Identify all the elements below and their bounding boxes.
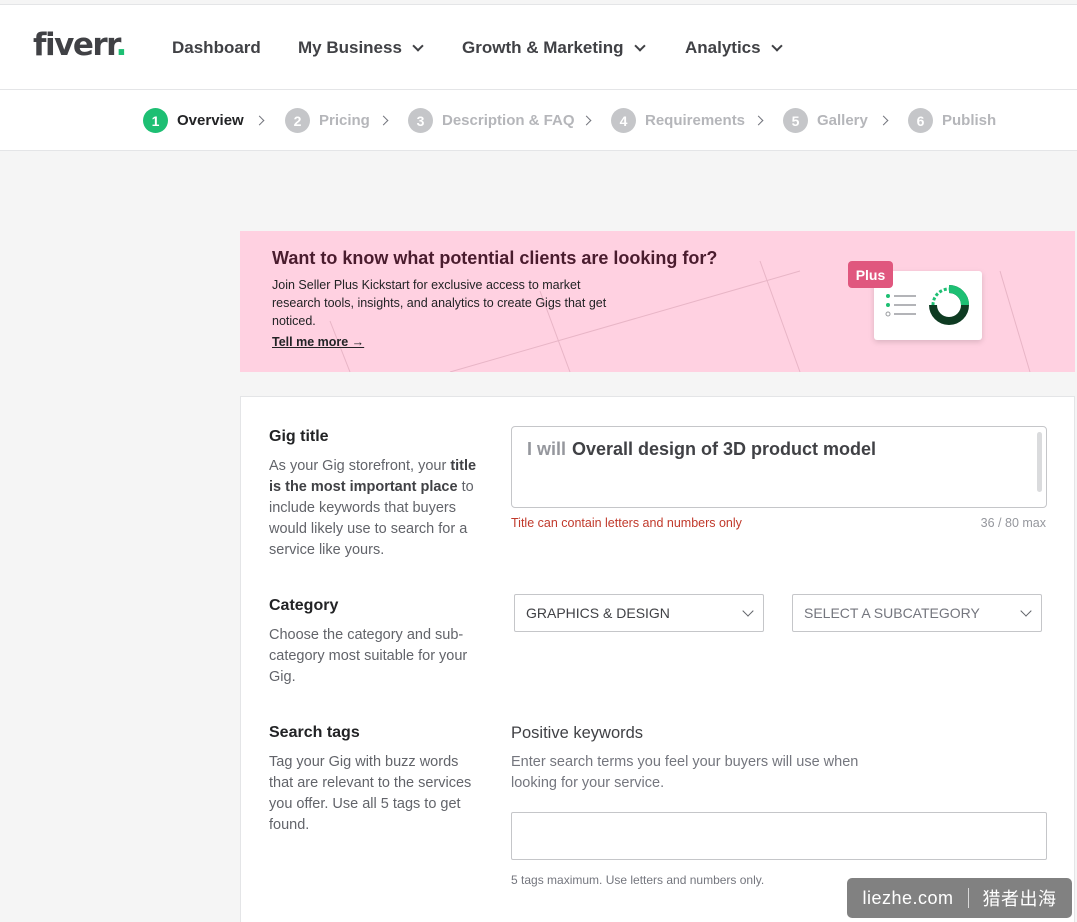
desc-text: As your Gig storefront, your	[269, 458, 451, 474]
title-char-counter: 36 / 80 max	[980, 516, 1046, 530]
nav-label: My Business	[298, 38, 402, 57]
step-number: 4	[611, 108, 636, 133]
nav-growth-marketing[interactable]: Growth & Marketing	[462, 38, 646, 58]
step-label: Overview	[177, 112, 244, 129]
chevron-right-icon	[254, 115, 265, 126]
watermark: liezhe.com 猎者出海	[847, 878, 1072, 918]
banner-body: Join Seller Plus Kickstart for exclusive…	[272, 278, 607, 328]
title-value: Overall design of 3D product model	[572, 439, 877, 459]
banner-title: Want to know what potential clients are …	[272, 248, 718, 268]
chevron-down-icon	[633, 39, 646, 52]
fiverr-logo[interactable]: fiverr.	[33, 27, 128, 63]
select-placeholder: SELECT A SUBCATEGORY	[804, 605, 980, 621]
search-tags-description: Tag your Gig with buzz words that are re…	[269, 754, 472, 833]
logo-dot: .	[115, 27, 128, 63]
tags-hint: 5 tags maximum. Use letters and numbers …	[511, 873, 765, 887]
gig-title-description: As your Gig storefront, your title is th…	[269, 456, 484, 561]
step-label: Publish	[942, 112, 997, 129]
chevron-right-icon	[878, 115, 889, 126]
tell-me-more-link[interactable]: Tell me more →	[272, 335, 364, 349]
gig-title-label: Gig title	[269, 428, 329, 445]
nav-my-business[interactable]: My Business	[298, 38, 424, 58]
category-label: Category	[269, 597, 339, 614]
step-number: 1	[143, 108, 168, 133]
step-overview[interactable]: 1 Overview	[143, 108, 244, 133]
step-label: Pricing	[319, 112, 370, 129]
plus-badge: Plus	[848, 261, 893, 288]
step-pricing[interactable]: 2 Pricing	[285, 108, 370, 133]
chevron-right-icon	[581, 115, 592, 126]
step-number: 3	[408, 108, 433, 133]
seller-plus-banner: Want to know what potential clients are …	[240, 231, 1075, 372]
step-number: 6	[908, 108, 933, 133]
nav-analytics[interactable]: Analytics	[685, 38, 783, 58]
gig-title-input[interactable]: I will Overall design of 3D product mode…	[511, 426, 1047, 508]
step-label: Gallery	[817, 112, 868, 129]
watermark-text: 猎者出海	[982, 889, 1057, 909]
chevron-right-icon	[378, 115, 389, 126]
chevron-down-icon	[770, 39, 783, 52]
title-error-message: Title can contain letters and numbers on…	[511, 516, 742, 530]
search-tags-label: Search tags	[269, 724, 360, 741]
nav-label: Growth & Marketing	[462, 38, 624, 57]
step-description-faq[interactable]: 3 Description & FAQ	[408, 108, 575, 133]
textarea-scrollbar[interactable]	[1037, 432, 1042, 492]
step-requirements[interactable]: 4 Requirements	[611, 108, 745, 133]
chevron-down-icon	[412, 39, 424, 52]
watermark-divider	[967, 888, 969, 908]
chevron-right-icon	[753, 115, 764, 126]
select-value: GRAPHICS & DESIGN	[526, 605, 670, 621]
step-gallery[interactable]: 5 Gallery	[783, 108, 868, 133]
category-description: Choose the category and sub-category mos…	[269, 627, 468, 685]
subcategory-select[interactable]: SELECT A SUBCATEGORY	[792, 594, 1042, 632]
step-number: 2	[285, 108, 310, 133]
step-number: 5	[783, 108, 808, 133]
nav-label: Dashboard	[172, 38, 261, 57]
positive-keywords-label: Positive keywords	[511, 724, 644, 742]
gig-steps-bar: 1 Overview 2 Pricing 3 Description & FAQ 4R…	[0, 90, 1077, 151]
step-label: Description & FAQ	[442, 112, 575, 129]
step-label: Requirements	[645, 112, 746, 129]
nav-dashboard[interactable]: Dashboard	[172, 38, 261, 58]
positive-keywords-description: Enter search terms you feel your buyers …	[511, 754, 859, 791]
chevron-down-icon	[742, 604, 754, 617]
logo-text: fiverr	[33, 27, 117, 63]
top-header: fiverr. Dashboard My Business Growth & M…	[0, 4, 1077, 90]
chevron-down-icon	[1020, 604, 1032, 617]
category-select[interactable]: GRAPHICS & DESIGN	[514, 594, 764, 632]
title-prefix: I will	[527, 439, 567, 459]
nav-label: Analytics	[685, 38, 761, 57]
step-publish[interactable]: 6 Publish	[908, 108, 996, 133]
tags-input[interactable]	[511, 812, 1047, 860]
gig-overview-form: Gig title As your Gig storefront, your t…	[240, 396, 1075, 922]
watermark-text: liezhe.com	[862, 887, 954, 908]
